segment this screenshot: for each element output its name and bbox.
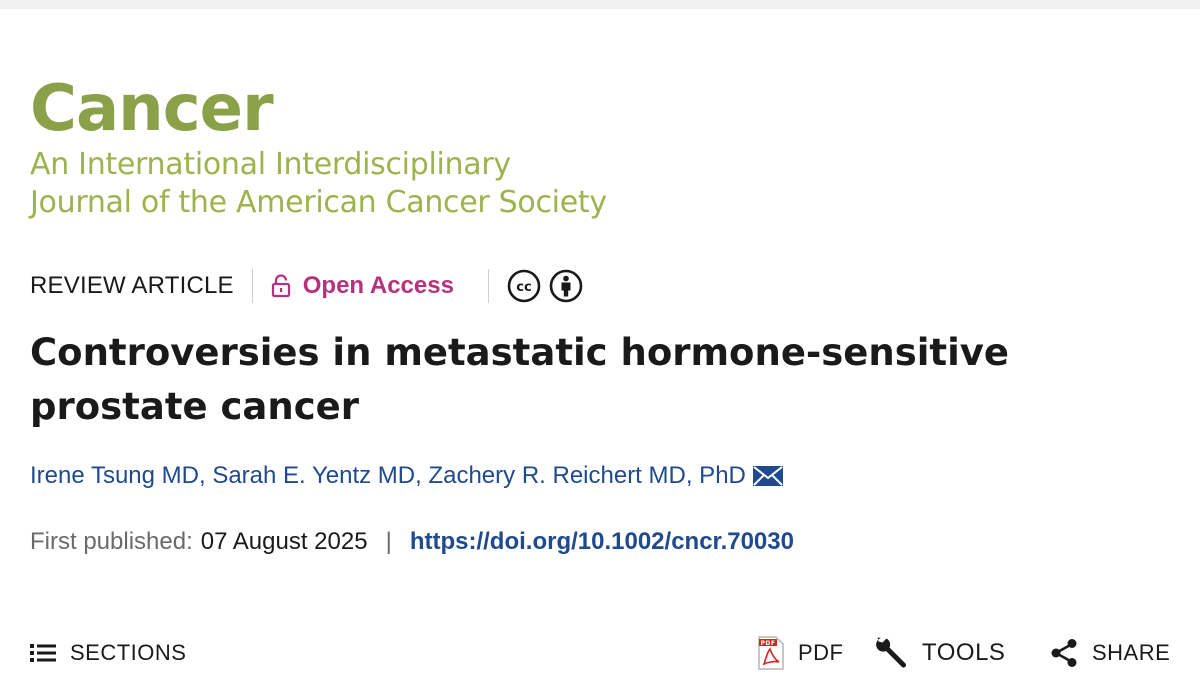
article-toolbar: SECTIONS PDF PDF TOOLS SHARE <box>0 628 1200 678</box>
pdf-button[interactable]: PDF PDF <box>758 628 844 678</box>
author-link[interactable]: Sarah E. Yentz MD <box>212 462 415 490</box>
sections-label: SECTIONS <box>70 640 187 665</box>
license-icons[interactable]: cc <box>507 269 583 303</box>
author-separator: , <box>198 462 213 489</box>
publication-info: First published: 07 August 2025 | https:… <box>30 528 794 556</box>
article-title: Controversies in metastatic hormone-sens… <box>30 331 1010 428</box>
author-separator: , <box>415 462 429 489</box>
wrench-icon <box>876 637 906 668</box>
email-icon[interactable] <box>752 465 784 487</box>
published-date: 07 August 2025 <box>200 528 368 555</box>
author-link[interactable]: Irene Tsung MD <box>30 462 199 490</box>
share-icon <box>1051 639 1077 667</box>
doi-link[interactable]: https://doi.org/10.1002/cncr.70030 <box>410 528 794 556</box>
divider <box>487 269 489 303</box>
divider <box>251 269 253 303</box>
journal-subtitle-line1: An International Interdisciplinary <box>30 147 511 182</box>
list-icon <box>30 644 56 662</box>
pdf-file-icon: PDF <box>758 636 784 670</box>
open-access-label: Open Access <box>302 272 454 299</box>
open-lock-icon <box>271 274 290 298</box>
cc-icon: cc <box>507 269 541 303</box>
article-meta-row: REVIEW ARTICLE Open Access cc <box>30 266 583 306</box>
separator: | <box>385 528 392 555</box>
article-type: REVIEW ARTICLE <box>30 272 234 299</box>
top-bar <box>0 0 1200 9</box>
author-link[interactable]: Zachery R. Reichert MD, PhD <box>428 462 745 490</box>
tools-button[interactable]: TOOLS <box>872 628 1005 678</box>
tools-label: TOOLS <box>922 639 1006 666</box>
published-label: First published: <box>30 528 193 555</box>
author-list: Irene Tsung MD , Sarah E. Yentz MD , Zac… <box>30 462 784 490</box>
by-attribution-icon <box>549 269 583 303</box>
share-label: SHARE <box>1092 640 1171 665</box>
pdf-label: PDF <box>798 640 844 665</box>
journal-subtitle-line2: Journal of the American Cancer Society <box>30 185 607 220</box>
open-access-badge[interactable]: Open Access <box>271 272 454 300</box>
svg-text:cc: cc <box>516 280 531 295</box>
svg-text:PDF: PDF <box>761 640 776 647</box>
sections-button[interactable]: SECTIONS <box>30 628 186 678</box>
journal-logo[interactable]: Cancer An International Interdisciplinar… <box>30 72 607 222</box>
share-button[interactable]: SHARE <box>1050 628 1170 678</box>
journal-name: Cancer <box>30 72 274 146</box>
